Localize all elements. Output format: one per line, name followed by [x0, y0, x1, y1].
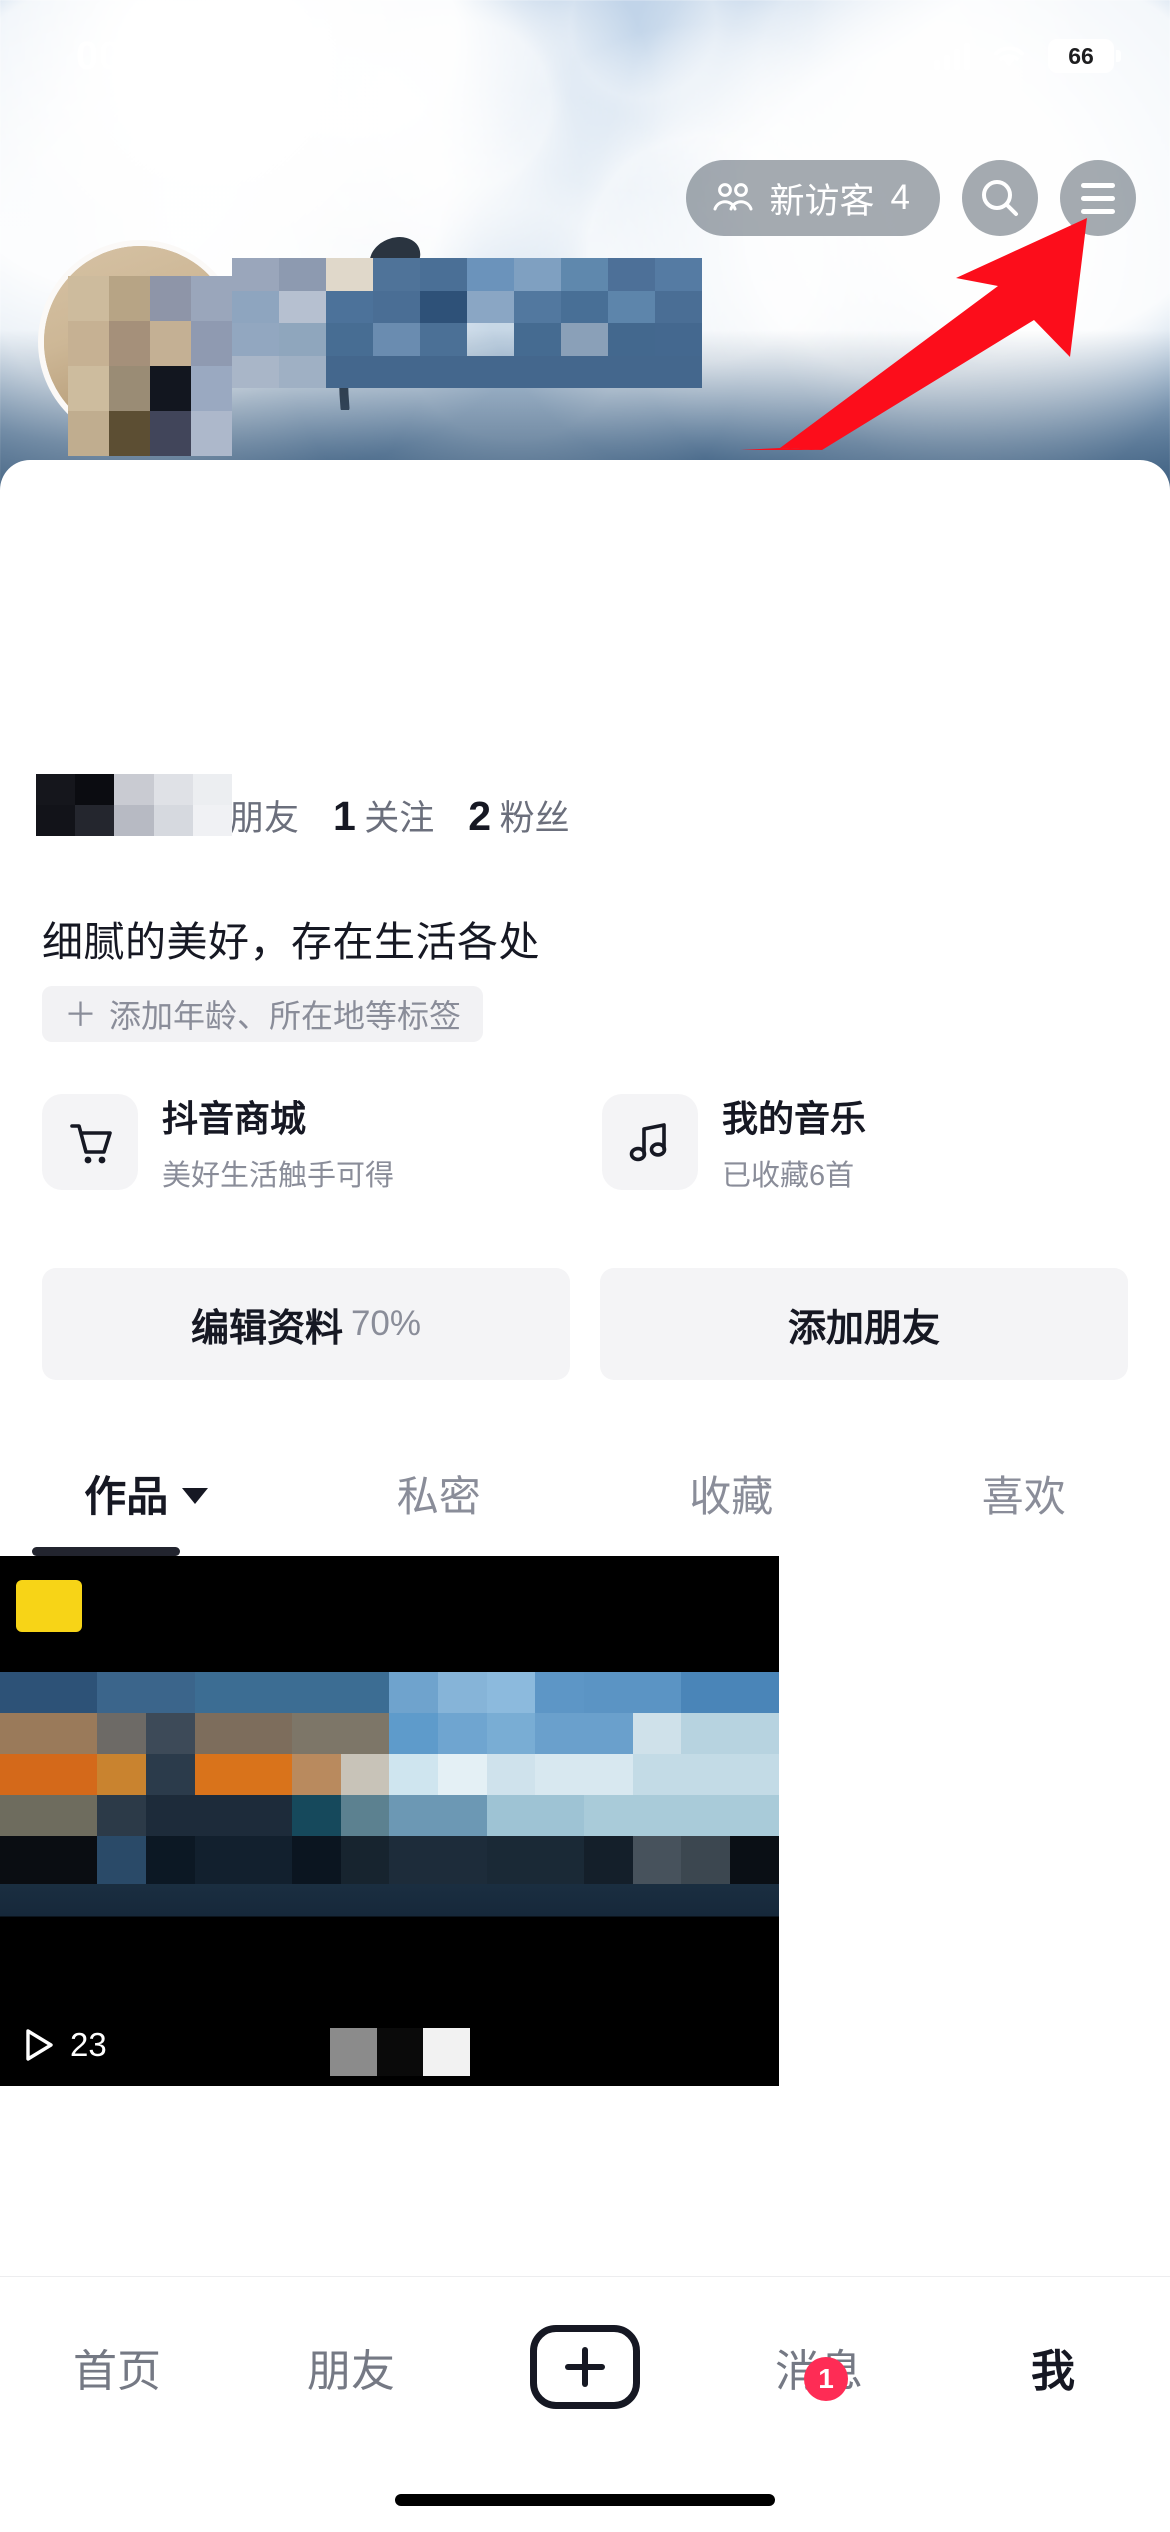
edit-profile-label: 编辑资料 — [190, 1307, 343, 1350]
people-icon — [713, 183, 753, 211]
play-count-value: 23 — [70, 2026, 107, 2063]
status-indicators: 66 — [934, 39, 1121, 73]
shortcut-cards: 抖音商城 美好生活触手可得 我的音乐 已收藏6首 — [42, 1080, 1128, 1204]
tab-favorites[interactable]: 收藏 — [585, 1463, 878, 1524]
nav-item-friends-label: 朋友 — [307, 2347, 395, 2396]
music-note-icon — [602, 1094, 698, 1190]
home-indicator-bar — [395, 2494, 775, 2506]
new-visitors-pill[interactable]: 新访客 4 — [685, 160, 940, 236]
shopping-cart-icon — [42, 1094, 138, 1190]
hamburger-menu-button[interactable] — [1060, 160, 1136, 236]
nav-item-create[interactable] — [468, 2325, 702, 2409]
edit-profile-button[interactable]: 编辑资料 70% — [42, 1268, 570, 1380]
bottom-navigation-bar: 首页 朋友 消息 1 我 — [0, 2276, 1170, 2532]
active-tab-indicator — [32, 1547, 180, 1556]
nav-item-home-label: 首页 — [73, 2347, 161, 2396]
tab-private[interactable]: 私密 — [293, 1463, 586, 1524]
thumbnail-mosaic-censor-lower — [0, 1836, 779, 1884]
plus-icon: ＋ — [64, 995, 97, 1033]
shortcut-mall-subtitle: 美好生活触手可得 — [162, 1160, 395, 1192]
yellow-badge-icon — [16, 1580, 82, 1632]
edit-profile-percent: 70% — [350, 1304, 422, 1343]
profile-bio[interactable]: 细腻的美好，存在生活各处 — [42, 908, 540, 968]
stat-likes[interactable]: 10 获赞 — [36, 774, 232, 841]
stat-followers[interactable]: 2 粉丝 — [468, 790, 569, 841]
cellular-signal-icon — [934, 42, 970, 70]
add-tags-chip[interactable]: ＋ 添加年龄、所在地等标签 — [42, 986, 484, 1042]
shortcut-card-mall[interactable]: 抖音商城 美好生活触手可得 — [42, 1080, 568, 1204]
bottom-nav-items: 首页 朋友 消息 1 我 — [0, 2277, 1170, 2457]
status-bar: 00:36 66 — [0, 0, 1170, 112]
cover-action-buttons: 新访客 4 — [685, 160, 1136, 236]
shortcut-card-music[interactable]: 我的音乐 已收藏6首 — [602, 1080, 1128, 1204]
status-badge: 1 — [804, 2357, 848, 2401]
likes-mosaic-censor — [36, 774, 232, 836]
profile-stats-row: 10 获赞 0 朋友 1 关注 2 粉丝 — [36, 774, 570, 841]
tab-private-label: 私密 — [396, 1472, 481, 1520]
search-button[interactable] — [962, 160, 1038, 236]
add-friend-label: 添加朋友 — [787, 1307, 940, 1350]
tab-likes[interactable]: 喜欢 — [878, 1463, 1170, 1524]
battery-level: 66 — [1068, 42, 1094, 69]
search-icon — [982, 180, 1018, 216]
avatar-mosaic-censor — [68, 276, 232, 456]
nav-item-friends[interactable]: 朋友 — [234, 2335, 468, 2399]
stat-following-label: 关注 — [364, 799, 435, 838]
tab-works-label: 作品 — [84, 1472, 169, 1520]
nav-item-me[interactable]: 我 — [936, 2335, 1170, 2399]
shortcut-music-subtitle: 已收藏6首 — [722, 1160, 855, 1192]
video-grid-empty-cell — [782, 1556, 1170, 2086]
new-visitors-label: 新访客 — [769, 181, 875, 221]
chevron-down-icon[interactable] — [182, 1488, 209, 1504]
nav-item-home[interactable]: 首页 — [0, 2335, 234, 2399]
tab-likes-label: 喜欢 — [981, 1472, 1066, 1520]
thumbnail-mosaic-censor — [0, 1672, 779, 1836]
hamburger-menu-icon — [1081, 182, 1115, 214]
video-thumbnail-1[interactable]: 23 — [0, 1556, 779, 2086]
content-tabs: 作品 私密 收藏 喜欢 — [0, 1432, 1170, 1554]
plus-create-icon — [530, 2325, 640, 2409]
tab-works[interactable]: 作品 — [0, 1463, 293, 1524]
stat-followers-label: 粉丝 — [499, 799, 570, 838]
nav-item-messages[interactable]: 消息 1 — [702, 2335, 936, 2401]
tab-favorites-label: 收藏 — [689, 1472, 774, 1520]
play-triangle-icon — [26, 2029, 53, 2061]
stat-friends-label: 朋友 — [228, 799, 299, 838]
add-friend-button[interactable]: 添加朋友 — [600, 1268, 1128, 1380]
stat-following[interactable]: 1 关注 — [333, 790, 434, 841]
stat-following-count: 1 — [332, 793, 356, 839]
play-count: 23 — [22, 2026, 107, 2064]
wifi-icon — [994, 46, 1024, 67]
username-mosaic-censor — [232, 258, 702, 388]
video-grid: 23 — [0, 1556, 1170, 2086]
add-tags-label: 添加年龄、所在地等标签 — [109, 998, 462, 1034]
status-time: 00:36 — [76, 33, 181, 78]
profile-action-buttons: 编辑资料 70% 添加朋友 — [42, 1268, 1128, 1380]
shortcut-music-title: 我的音乐 — [722, 1098, 867, 1139]
battery-icon: 66 — [1048, 39, 1121, 73]
thumbnail-mosaic-censor-bottom — [330, 2028, 470, 2076]
shortcut-mall-title: 抖音商城 — [162, 1098, 307, 1139]
new-visitors-count: 4 — [890, 178, 910, 217]
nav-item-me-label: 我 — [1031, 2347, 1075, 2396]
stat-followers-count: 2 — [468, 793, 491, 839]
